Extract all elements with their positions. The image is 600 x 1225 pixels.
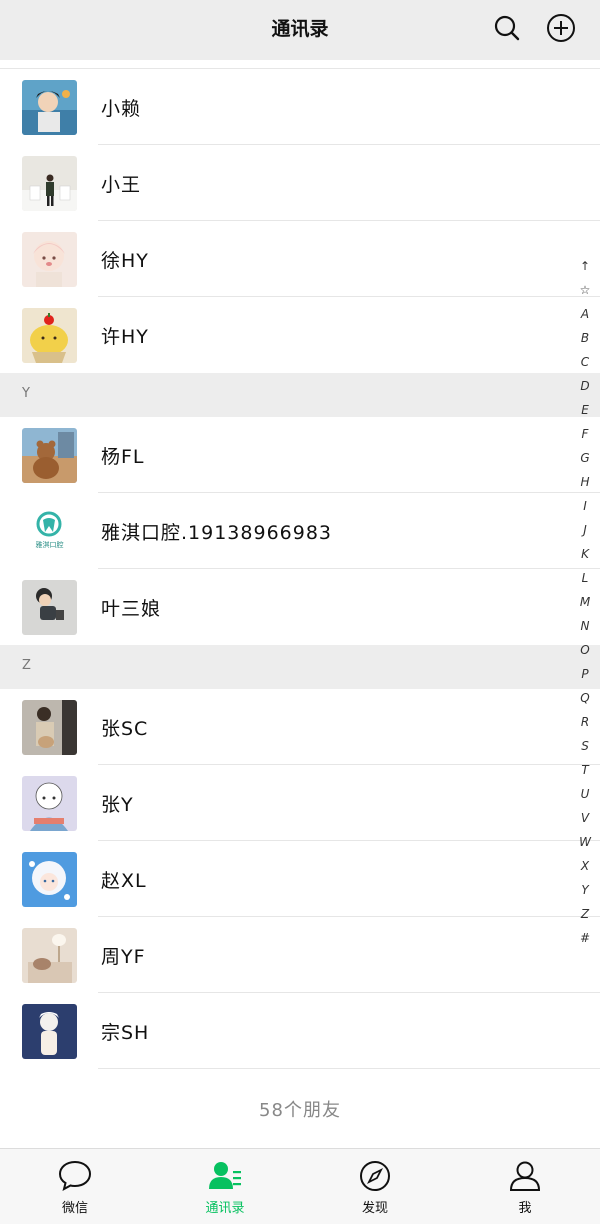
clinic-logo-text: 雅淇口腔 <box>36 540 64 549</box>
contact-list[interactable]: 小赖 小王 徐HY 许HY Y 杨FL 雅淇口腔 雅淇口腔.1913896698… <box>0 60 600 1148</box>
index-letter[interactable]: A <box>572 302 598 326</box>
contact-name: 小王 <box>101 174 142 196</box>
contact-row[interactable]: 张SC <box>0 689 600 765</box>
add-button[interactable] <box>546 12 576 44</box>
avatar <box>22 776 77 831</box>
contacts-icon <box>209 1162 241 1189</box>
plus-circle-icon <box>547 14 575 42</box>
section-letter: Y <box>22 386 30 401</box>
index-letter[interactable]: Q <box>572 686 598 710</box>
index-letter[interactable]: I <box>572 494 598 518</box>
index-letter[interactable]: Z <box>572 902 598 926</box>
index-letter[interactable]: O <box>572 638 598 662</box>
contact-name: 杨FL <box>101 446 145 468</box>
index-letter[interactable]: G <box>572 446 598 470</box>
avatar <box>22 80 77 135</box>
section-letter: Z <box>22 658 31 673</box>
contact-row[interactable]: 徐HY <box>0 221 600 297</box>
index-letter[interactable]: U <box>572 782 598 806</box>
index-letter[interactable]: V <box>572 806 598 830</box>
index-letter[interactable]: E <box>572 398 598 422</box>
top-bar: 通讯录 <box>0 0 600 60</box>
avatar: 雅淇口腔 <box>22 504 77 559</box>
contact-row[interactable]: 宗SH <box>0 993 600 1069</box>
tab-label: 发现 <box>361 1201 388 1216</box>
index-letter[interactable]: T <box>572 758 598 782</box>
friend-count: 58个朋友 <box>259 1100 341 1121</box>
contact-name: 徐HY <box>101 250 149 272</box>
tab-bar: 微信 通讯录 发现 我 <box>0 1148 600 1224</box>
compass-icon <box>360 1161 390 1191</box>
tab-discover[interactable]: 发现 <box>300 1149 450 1225</box>
index-letter[interactable]: D <box>572 374 598 398</box>
contact-name: 张SC <box>101 718 149 740</box>
avatar <box>22 928 77 983</box>
tab-label: 通讯录 <box>205 1201 245 1216</box>
section-header-z: Z <box>0 645 600 689</box>
index-letter[interactable]: Y <box>572 878 598 902</box>
search-icon <box>494 15 520 41</box>
index-letter[interactable]: H <box>572 470 598 494</box>
index-letter[interactable]: S <box>572 734 598 758</box>
contact-row[interactable]: 杨FL <box>0 417 600 493</box>
contact-row[interactable]: 小王 <box>0 145 600 221</box>
index-letter[interactable]: W <box>572 830 598 854</box>
index-letter[interactable]: ↑ <box>572 254 598 278</box>
avatar <box>22 156 77 211</box>
index-letter[interactable]: F <box>572 422 598 446</box>
contact-name: 宗SH <box>101 1022 150 1044</box>
contact-row[interactable]: 小赖 <box>0 69 600 145</box>
avatar <box>22 852 77 907</box>
tab-me[interactable]: 我 <box>450 1149 600 1225</box>
tab-contacts[interactable]: 通讯录 <box>150 1149 300 1225</box>
alphabet-index[interactable]: ↑ ☆ A B C D E F G H I J K L M N O P Q R S T U V W X Y Z # <box>572 254 598 950</box>
contact-name: 雅淇口腔.19138966983 <box>101 522 333 544</box>
contact-name: 小赖 <box>101 98 142 120</box>
contact-row[interactable]: 张Y <box>0 765 600 841</box>
avatar <box>22 700 77 755</box>
contact-name: 赵XL <box>101 870 147 892</box>
tab-chats[interactable]: 微信 <box>0 1149 150 1225</box>
index-letter[interactable]: M <box>572 590 598 614</box>
contact-name: 许HY <box>101 326 149 348</box>
index-letter[interactable]: K <box>572 542 598 566</box>
avatar <box>22 428 77 483</box>
contact-row[interactable]: 许HY <box>0 297 600 373</box>
person-icon <box>509 1161 541 1191</box>
index-letter[interactable]: X <box>572 854 598 878</box>
index-letter[interactable]: P <box>572 662 598 686</box>
contact-row[interactable]: 赵XL <box>0 841 600 917</box>
index-letter[interactable]: R <box>572 710 598 734</box>
search-button[interactable] <box>492 12 522 44</box>
divider <box>98 1068 600 1069</box>
contact-name: 叶三娘 <box>101 598 162 620</box>
section-header-y: Y <box>0 373 600 417</box>
contact-row[interactable]: 周YF <box>0 917 600 993</box>
avatar <box>22 1004 77 1059</box>
avatar <box>22 580 77 635</box>
index-letter[interactable]: C <box>572 350 598 374</box>
contact-name: 张Y <box>101 794 134 816</box>
contact-row[interactable]: 雅淇口腔 雅淇口腔.19138966983 <box>0 493 600 569</box>
index-letter[interactable]: ☆ <box>572 278 598 302</box>
contact-row[interactable]: 叶三娘 <box>0 569 600 645</box>
index-letter[interactable]: J <box>572 518 598 542</box>
index-letter[interactable]: L <box>572 566 598 590</box>
tab-label: 我 <box>518 1201 532 1216</box>
avatar <box>22 308 77 363</box>
contact-name: 周YF <box>101 946 146 968</box>
chat-bubble-icon <box>58 1160 92 1191</box>
index-letter[interactable]: # <box>572 926 598 950</box>
index-letter[interactable]: B <box>572 326 598 350</box>
tab-label: 微信 <box>61 1201 88 1216</box>
index-letter[interactable]: N <box>572 614 598 638</box>
avatar <box>22 232 77 287</box>
